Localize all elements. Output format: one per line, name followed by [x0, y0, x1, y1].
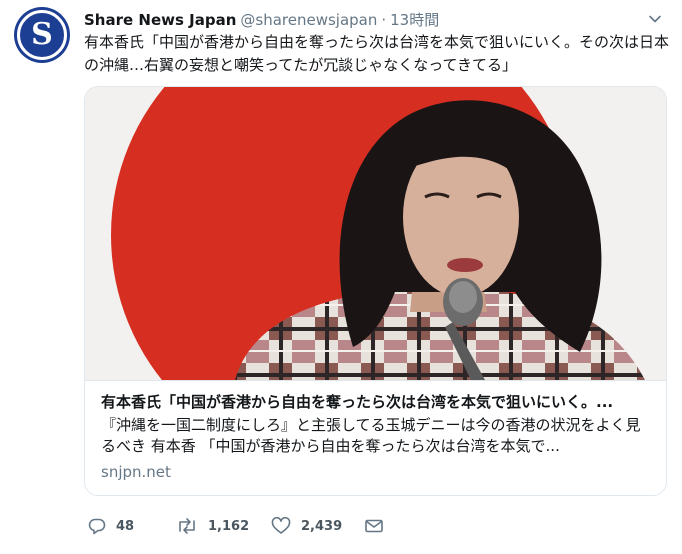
caret-down-icon[interactable] — [648, 11, 662, 25]
tweet-text: 有本香氏「中国が香港から自由を奪ったら次は台湾を本気で狙いにいく。その次は日本の… — [84, 33, 670, 74]
reply-count: 48 — [116, 518, 135, 534]
card-body[interactable]: 有本香氏「中国が香港から自由を奪ったら次は台湾を本気で狙いにいく。... 『沖縄… — [85, 380, 666, 495]
like-count: 2,439 — [301, 518, 343, 534]
handle[interactable]: @sharenewsjapan — [240, 11, 377, 29]
tweet: S Share News Japan @sharenewsjapan · 13時… — [0, 0, 682, 554]
retweet-icon — [176, 517, 198, 535]
like-icon — [271, 517, 291, 535]
card-title: 有本香氏「中国が香港から自由を奪ったら次は台湾を本気で狙いにいく。... — [101, 393, 614, 411]
timestamp[interactable]: 13時間 — [390, 9, 439, 30]
display-name[interactable]: Share News Japan — [84, 11, 236, 29]
card-domain: snjpn.net — [101, 463, 171, 481]
avatar-letter: S — [31, 17, 53, 52]
tweet-header: Share News Japan @sharenewsjapan · 13時間 — [84, 9, 439, 29]
retweet-button[interactable]: 1,162 — [176, 512, 249, 540]
retweet-count: 1,162 — [208, 518, 250, 534]
card-description: 『沖縄を一国二制度にしろ』と主張してる玉城デニーは今の香港の状況をよく見るべき … — [101, 416, 641, 455]
message-button[interactable] — [364, 512, 384, 540]
card-image[interactable] — [85, 87, 666, 380]
avatar[interactable]: S — [14, 7, 70, 63]
link-card[interactable]: 有本香氏「中国が香港から自由を奪ったら次は台湾を本気で狙いにいく。... 『沖縄… — [84, 86, 667, 496]
reply-button[interactable]: 48 — [88, 512, 134, 540]
reply-icon — [88, 517, 106, 535]
like-button[interactable]: 2,439 — [271, 512, 342, 540]
message-icon — [364, 517, 384, 535]
separator-dot: · — [381, 11, 387, 29]
